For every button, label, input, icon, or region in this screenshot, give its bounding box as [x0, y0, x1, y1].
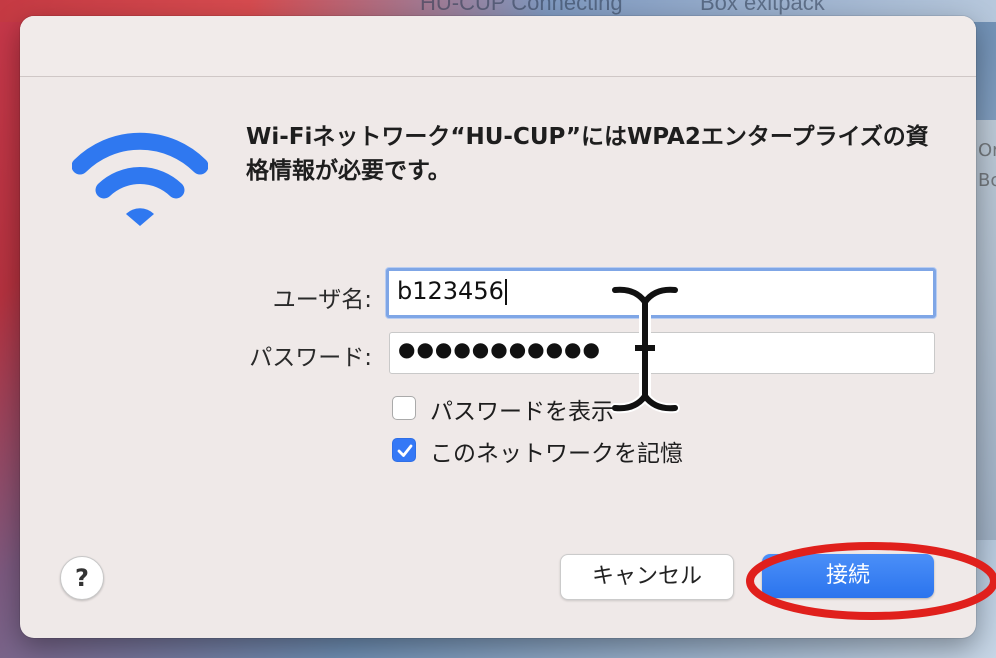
- ibeam-cursor-icon: [610, 284, 680, 414]
- cancel-button[interactable]: キャンセル: [560, 554, 734, 600]
- remember-network-label: このネットワークを記憶: [430, 441, 683, 467]
- show-password-checkbox[interactable]: [392, 396, 416, 420]
- username-label: ユーザ名:: [272, 287, 372, 313]
- red-highlight-annotation: [746, 542, 996, 620]
- checkmark-icon: [397, 444, 413, 457]
- remember-network-checkbox[interactable]: [392, 438, 416, 462]
- show-password-label: パスワードを表示: [430, 399, 614, 425]
- username-value: b123456: [397, 277, 504, 305]
- text-caret: [504, 279, 507, 305]
- password-label: パスワード:: [249, 345, 372, 371]
- dialog-message: Wi-Fiネットワーク“HU-CUP”にはWPA2エンタープライズの資格情報が必…: [246, 124, 929, 184]
- wifi-credentials-dialog: Wi-Fiネットワーク“HU-CUP”にはWPA2エンタープライズの資格情報が必…: [20, 16, 996, 638]
- background-window-title: HU-CUP Connecting: [420, 0, 623, 15]
- dialog-titlebar: [20, 16, 976, 77]
- background-text: Bo: [978, 170, 996, 191]
- password-value: ●●●●●●●●●●●: [398, 337, 601, 361]
- background-text: Or: [978, 140, 996, 161]
- wifi-icon: [72, 132, 208, 226]
- background-window-title-2: Box exitpack: [700, 0, 825, 15]
- help-button[interactable]: ?: [60, 556, 104, 600]
